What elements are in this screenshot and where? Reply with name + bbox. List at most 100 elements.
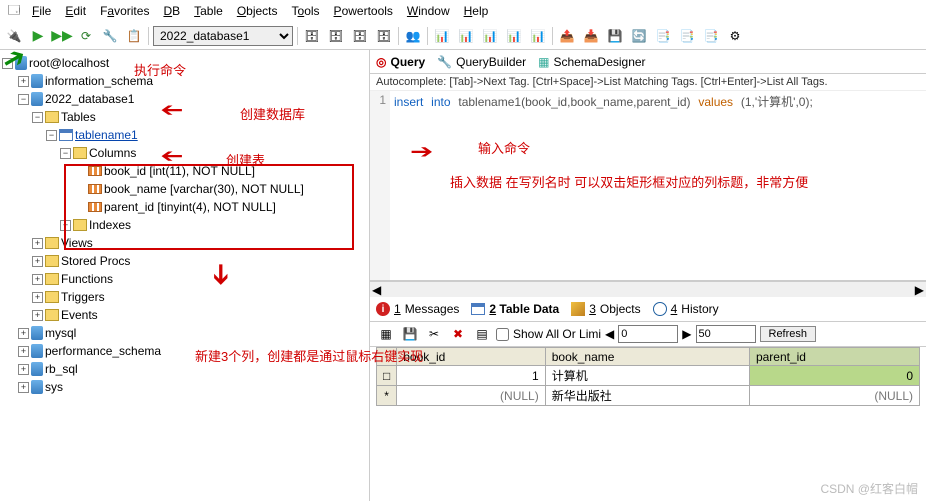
menu-tools[interactable]: Tools <box>286 2 326 20</box>
db-add-icon[interactable]: 🗄 <box>326 26 346 46</box>
menu-objects[interactable]: Objects <box>231 2 284 20</box>
cell-parentid[interactable]: (NULL) <box>749 386 919 406</box>
cell-bookname[interactable]: 计算机 <box>545 366 749 386</box>
database-icon <box>31 326 43 340</box>
tree-col-bookid[interactable]: book_id [int(11), NOT NULL] <box>2 162 367 180</box>
tree-indexes[interactable]: +Indexes <box>2 216 367 234</box>
tool-icon-2[interactable]: 📋 <box>124 26 144 46</box>
database-icon <box>31 380 43 394</box>
sync-icon[interactable]: 🔄 <box>629 26 649 46</box>
tool-icon-1[interactable]: 🔧 <box>100 26 120 46</box>
misc-icon-1[interactable]: 📑 <box>653 26 673 46</box>
col-parentid[interactable]: parent_id <box>749 348 919 366</box>
data-toolbar: ▦ 💾 ✂ ✖ ▤ Show All Or Limi ◀ ▶ Refresh <box>370 321 926 347</box>
filter-icon[interactable]: ▤ <box>472 324 492 344</box>
row-marker[interactable]: □ <box>377 366 397 386</box>
misc-icon-3[interactable]: 📑 <box>701 26 721 46</box>
table-row[interactable]: □ 1 计算机 0 <box>377 366 920 386</box>
rtab-tabledata[interactable]: 2 Table Data <box>471 302 559 316</box>
menu-powertools[interactable]: Powertools <box>328 2 399 20</box>
tab-schemadesigner[interactable]: ▦SchemaDesigner <box>538 55 645 69</box>
limit-to-input[interactable] <box>696 325 756 343</box>
tree-col-parentid[interactable]: parent_id [tinyint(4), NOT NULL] <box>2 198 367 216</box>
tree-functions[interactable]: +Functions <box>2 270 367 288</box>
table-row[interactable]: * (NULL) 新华出版社 (NULL) <box>377 386 920 406</box>
table-copy-icon[interactable]: 📊 <box>528 26 548 46</box>
menu-table[interactable]: Table <box>188 2 229 20</box>
tree-stored-procs[interactable]: +Stored Procs <box>2 252 367 270</box>
separator <box>148 27 149 45</box>
misc-icon-2[interactable]: 📑 <box>677 26 697 46</box>
database-selector[interactable]: 2022_database1 <box>153 26 293 46</box>
database-icon <box>31 344 43 358</box>
showall-checkbox[interactable] <box>496 328 509 341</box>
next-page-icon[interactable]: ▶ <box>682 327 691 341</box>
cell-parentid[interactable]: 0 <box>749 366 919 386</box>
tree-2022-database1[interactable]: −2022_database1 <box>2 90 367 108</box>
cell-bookname[interactable]: 新华出版社 <box>545 386 749 406</box>
separator <box>552 27 553 45</box>
rtab-history[interactable]: 4 History <box>653 302 719 316</box>
refresh-icon[interactable]: ⟳ <box>76 26 96 46</box>
menu-favorites[interactable]: Favorites <box>94 2 155 20</box>
refresh-button[interactable]: Refresh <box>760 326 817 342</box>
autocomplete-hint: Autocomplete: [Tab]->Next Tag. [Ctrl+Spa… <box>370 74 926 91</box>
folder-icon <box>45 273 59 285</box>
cell-bookid[interactable]: (NULL) <box>397 386 545 406</box>
grid-header-row: book_id book_name parent_id <box>377 348 920 366</box>
menu-edit[interactable]: Edit <box>59 2 92 20</box>
result-grid[interactable]: book_id book_name parent_id □ 1 计算机 0 * … <box>376 347 920 406</box>
tree-triggers[interactable]: +Triggers <box>2 288 367 306</box>
folder-icon <box>73 219 87 231</box>
tab-query[interactable]: ◎Query <box>376 55 425 69</box>
menu-file[interactable]: FFileile <box>26 2 57 20</box>
menu-db[interactable]: DB <box>157 2 186 20</box>
table-tool-icon[interactable]: 📊 <box>504 26 524 46</box>
tree-columns[interactable]: −Columns <box>2 144 367 162</box>
tree-events[interactable]: +Events <box>2 306 367 324</box>
limit-from-input[interactable] <box>618 325 678 343</box>
save-icon[interactable]: 💾 <box>400 324 420 344</box>
arrow-createtbl: ➔ <box>160 145 183 168</box>
table-icon <box>59 129 73 141</box>
rtab-messages[interactable]: i1 Messages <box>376 302 459 316</box>
prev-page-icon[interactable]: ◀ <box>605 327 614 341</box>
tab-querybuilder[interactable]: 🔧QueryBuilder <box>437 55 526 69</box>
execute-all-icon[interactable]: ▶▶ <box>52 26 72 46</box>
db-copy-icon[interactable]: 🗄 <box>374 26 394 46</box>
export-icon[interactable]: 📤 <box>557 26 577 46</box>
grid-icon[interactable]: ▦ <box>376 324 396 344</box>
db-icon[interactable]: 🗄 <box>302 26 322 46</box>
cell-bookid[interactable]: 1 <box>397 366 545 386</box>
right-panel: ◎Query 🔧QueryBuilder ▦SchemaDesigner Aut… <box>370 50 926 501</box>
menu-window[interactable]: Window <box>401 2 456 20</box>
col-bookname[interactable]: book_name <box>545 348 749 366</box>
tree-tables[interactable]: −Tables <box>2 108 367 126</box>
execute-query-icon[interactable]: ▶ <box>28 26 48 46</box>
table-edit-icon[interactable]: 📊 <box>456 26 476 46</box>
tree-col-bookname[interactable]: book_name [varchar(30), NOT NULL] <box>2 180 367 198</box>
database-icon <box>31 362 43 376</box>
table-del-icon[interactable]: 📊 <box>480 26 500 46</box>
table-new-icon[interactable]: 📊 <box>432 26 452 46</box>
menu-help[interactable]: Help <box>458 2 495 20</box>
tree-tablename1[interactable]: −tablename1 <box>2 126 367 144</box>
delete-icon[interactable]: ✖ <box>448 324 468 344</box>
database-icon <box>31 92 43 106</box>
import-icon[interactable]: 📥 <box>581 26 601 46</box>
separator <box>398 27 399 45</box>
arrow-newcols: ➔ <box>205 263 238 286</box>
cut-icon[interactable]: ✂ <box>424 324 444 344</box>
menu-bar: 🗔 FFileile Edit Favorites DB Table Objec… <box>0 0 926 22</box>
db-tool-icon[interactable]: 🗄 <box>350 26 370 46</box>
tree-views[interactable]: +Views <box>2 234 367 252</box>
row-marker[interactable]: * <box>377 386 397 406</box>
user-icon[interactable]: 👥 <box>403 26 423 46</box>
tree-mysql[interactable]: +mysql <box>2 324 367 342</box>
column-icon <box>88 166 102 176</box>
rtab-objects[interactable]: 3 Objects <box>571 302 640 316</box>
tree-sys[interactable]: +sys <box>2 378 367 396</box>
backup-icon[interactable]: 💾 <box>605 26 625 46</box>
editor-scrollbar[interactable]: ◀▶ <box>370 281 926 297</box>
settings-icon[interactable]: ⚙ <box>725 26 745 46</box>
